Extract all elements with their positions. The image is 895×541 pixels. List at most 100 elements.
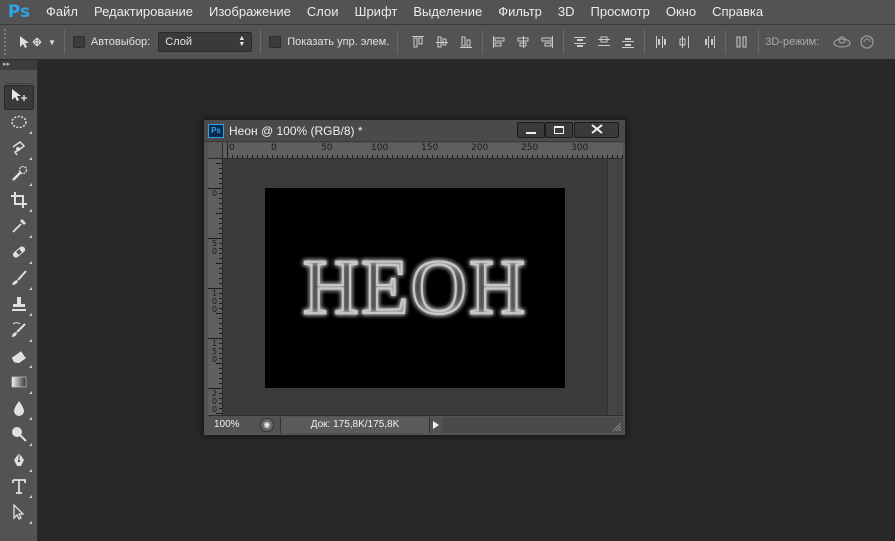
- auto-select-checkbox[interactable]: [72, 36, 85, 48]
- distribute-hcenter-icon[interactable]: [678, 35, 692, 49]
- minimize-button[interactable]: [517, 122, 545, 138]
- layer-select-value: Слой: [165, 36, 192, 48]
- move-tool-preset-icon[interactable]: [18, 35, 44, 49]
- menu-window[interactable]: Окно: [658, 0, 704, 24]
- type-tool[interactable]: [4, 475, 34, 500]
- tools-grip[interactable]: [6, 70, 31, 84]
- history-brush-tool[interactable]: [4, 319, 34, 344]
- ruler-tick: [447, 155, 448, 158]
- menu-layers[interactable]: Слои: [299, 0, 347, 24]
- ruler-tick: [557, 155, 558, 158]
- ruler-tick: [377, 155, 378, 158]
- marquee-tool[interactable]: [4, 111, 34, 136]
- document-window[interactable]: Ps Неон @ 100% (RGB/8) * 0 0 50 100 150 200 25…: [203, 119, 626, 436]
- tools-panel: ▸▸: [0, 60, 38, 541]
- move-tool[interactable]: [4, 85, 34, 110]
- ruler-tick: [219, 218, 222, 219]
- dodge-tool[interactable]: [4, 423, 34, 448]
- ruler-top-label: 0: [229, 143, 235, 153]
- menu-type[interactable]: Шрифт: [347, 0, 406, 24]
- distribute-right-icon[interactable]: [702, 35, 716, 49]
- menu-select[interactable]: Выделение: [405, 0, 490, 24]
- crop-tool[interactable]: [4, 189, 34, 214]
- ruler-tick: [532, 155, 533, 158]
- distribute-left-icon[interactable]: [654, 35, 668, 49]
- zoom-level-field[interactable]: 100%: [208, 417, 250, 433]
- resize-grip-icon[interactable]: [609, 416, 623, 433]
- close-button[interactable]: [574, 122, 619, 138]
- orbit-3d-icon[interactable]: [831, 35, 853, 49]
- distribute-vcenter-icon[interactable]: [597, 35, 611, 49]
- gradient-tool[interactable]: [4, 371, 34, 396]
- maximize-button[interactable]: [545, 122, 573, 138]
- clone-stamp-tool[interactable]: [4, 293, 34, 318]
- type-tool-icon: [10, 477, 28, 498]
- path-select-tool-icon: [10, 503, 28, 524]
- blur-tool-icon: [10, 399, 28, 420]
- show-transform-checkbox[interactable]: [269, 36, 282, 48]
- ruler-tick: [219, 228, 222, 229]
- menu-file[interactable]: Файл: [38, 0, 86, 24]
- status-menu-arrow-icon[interactable]: [430, 417, 442, 433]
- roll-3d-icon[interactable]: [859, 34, 875, 50]
- select-arrows-icon: ▲ ▼: [238, 35, 246, 48]
- ruler-tick: [607, 155, 608, 158]
- eyedropper-tool-icon: [10, 217, 28, 238]
- align-bottom-icon[interactable]: [459, 35, 473, 49]
- ruler-tick: [219, 318, 222, 319]
- tools-collapse-icon[interactable]: ▸▸: [0, 60, 37, 70]
- align-hcenter-icon[interactable]: [516, 35, 530, 49]
- ruler-left-label: 200: [211, 389, 218, 414]
- menu-edit[interactable]: Редактирование: [86, 0, 201, 24]
- ruler-tick: [467, 155, 468, 158]
- quick-select-tool[interactable]: [4, 163, 34, 188]
- ruler-tick: [219, 408, 222, 409]
- ruler-top-label: 150: [421, 143, 439, 153]
- align-vcenter-icon[interactable]: [435, 35, 449, 49]
- eyedropper-tool[interactable]: [4, 215, 34, 240]
- menu-filter[interactable]: Фильтр: [490, 0, 550, 24]
- align-right-icon[interactable]: [540, 35, 554, 49]
- ruler-origin[interactable]: [208, 143, 223, 159]
- ruler-tick: [237, 155, 238, 158]
- ruler-tick: [216, 313, 222, 314]
- blur-tool[interactable]: [4, 397, 34, 422]
- ruler-tick: [216, 163, 222, 164]
- align-top-icon[interactable]: [411, 35, 425, 49]
- ruler-tick: [232, 155, 233, 158]
- brush-tool[interactable]: [4, 267, 34, 292]
- eraser-tool[interactable]: [4, 345, 34, 370]
- menu-image[interactable]: Изображение: [201, 0, 299, 24]
- ruler-tick: [352, 155, 353, 158]
- ruler-horizontal[interactable]: 0 0 50 100 150 200 250 300: [223, 143, 623, 159]
- ruler-tick: [552, 155, 553, 158]
- ruler-tick: [337, 155, 338, 158]
- menu-view[interactable]: Просмотр: [583, 0, 658, 24]
- canvas[interactable]: НЕОН: [265, 188, 565, 388]
- ruler-tick: [397, 155, 398, 158]
- ruler-tick: [219, 298, 222, 299]
- distribute-bottom-icon[interactable]: [621, 35, 635, 49]
- preset-dropdown-icon[interactable]: ▼: [48, 38, 56, 47]
- path-select-tool[interactable]: [4, 501, 34, 526]
- vertical-scrollbar[interactable]: [607, 159, 623, 416]
- healing-brush-tool[interactable]: [4, 241, 34, 266]
- auto-align-layers-icon[interactable]: [735, 35, 749, 49]
- ruler-tick: [307, 155, 308, 158]
- status-info-icon[interactable]: ◉: [260, 417, 274, 432]
- ruler-tick: [287, 155, 288, 158]
- ruler-vertical[interactable]: 0 50 100 150 200: [208, 159, 223, 416]
- horizontal-scrollbar[interactable]: [442, 416, 609, 433]
- ruler-tick: [292, 155, 293, 158]
- distribute-top-icon[interactable]: [573, 35, 587, 49]
- ruler-tick: [216, 413, 222, 414]
- lasso-tool[interactable]: [4, 137, 34, 162]
- align-left-icon[interactable]: [492, 35, 506, 49]
- separator: [63, 30, 65, 54]
- menu-help[interactable]: Справка: [704, 0, 771, 24]
- canvas-pasteboard[interactable]: НЕОН: [223, 159, 607, 416]
- auto-select-target-select[interactable]: Слой ▲ ▼: [158, 32, 253, 52]
- pen-tool[interactable]: [4, 449, 34, 474]
- options-grip[interactable]: [4, 29, 10, 55]
- menu-3d[interactable]: 3D: [550, 0, 583, 24]
